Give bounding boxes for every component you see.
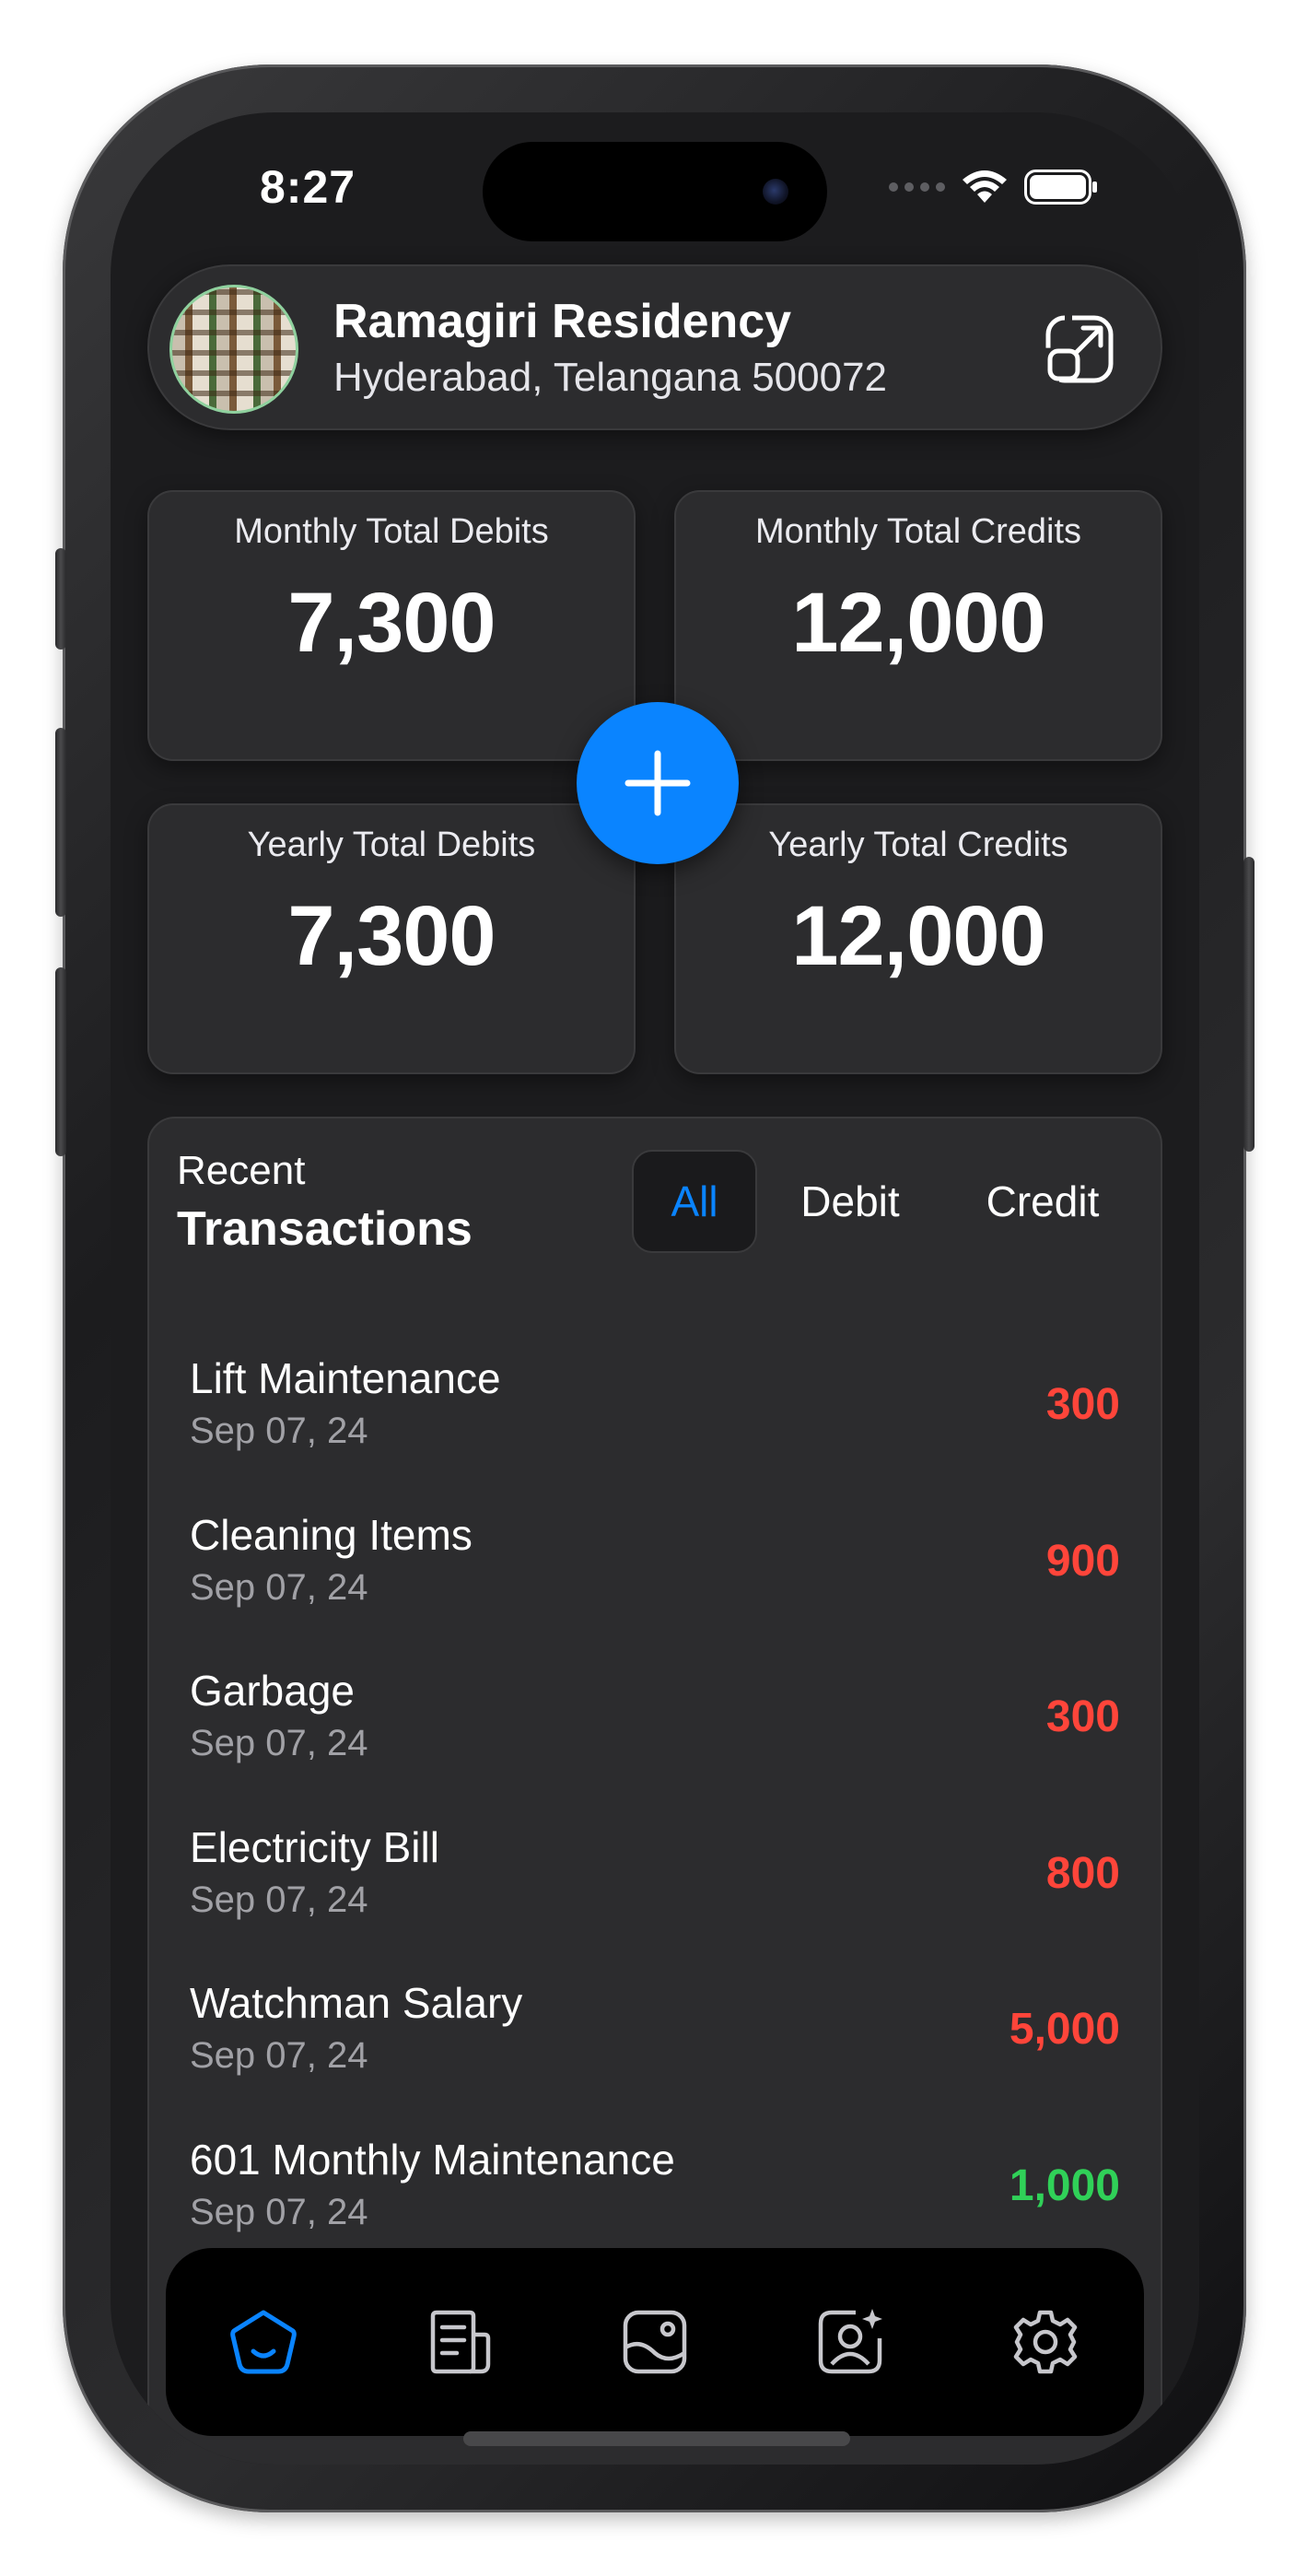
settings-icon xyxy=(1013,2310,1078,2374)
transaction-date: Sep 07, 24 xyxy=(190,2035,368,2076)
transaction-title: 601 Monthly Maintenance xyxy=(190,2136,675,2184)
transaction-title: Watchman Salary xyxy=(190,1979,523,2027)
plus-icon xyxy=(624,750,691,816)
stat-value: 12,000 xyxy=(791,576,1045,670)
camera-icon xyxy=(763,179,788,205)
property-address: Hyderabad, Telangana 500072 xyxy=(333,355,888,400)
action-button xyxy=(55,548,66,650)
filter-tab-all[interactable]: All xyxy=(632,1150,757,1253)
tab-ledger[interactable] xyxy=(413,2296,505,2388)
filter-tab-credit[interactable]: Credit xyxy=(951,1150,1135,1253)
transaction-date: Sep 07, 24 xyxy=(190,1567,368,1608)
transaction-amount: 5,000 xyxy=(1009,2005,1120,2054)
tab-profile[interactable] xyxy=(804,2296,896,2388)
transaction-amount: 300 xyxy=(1045,1692,1120,1741)
wallet-icon xyxy=(623,2310,687,2374)
volume-up-button xyxy=(55,728,66,917)
volume-down-button xyxy=(55,967,66,1156)
transaction-date: Sep 07, 24 xyxy=(190,2192,368,2232)
battery-icon xyxy=(1024,170,1097,205)
ledger-icon xyxy=(430,2310,491,2374)
status-time: 8:27 xyxy=(260,161,356,213)
transaction-amount: 300 xyxy=(1045,1380,1120,1429)
stat-value: 7,300 xyxy=(287,576,496,670)
home-icon xyxy=(230,2310,297,2374)
stat-value: 12,000 xyxy=(791,889,1045,983)
tab-home[interactable] xyxy=(217,2296,309,2388)
transaction-row[interactable]: Watchman Salary Sep 07, 24 5,000 xyxy=(190,1978,1120,2116)
profile-sparkle-icon xyxy=(818,2309,882,2374)
wifi-icon xyxy=(963,170,1007,203)
property-name: Ramagiri Residency xyxy=(333,295,792,348)
power-button xyxy=(1243,857,1254,1152)
open-external-button[interactable] xyxy=(1041,310,1118,388)
transaction-title: Cleaning Items xyxy=(190,1511,473,1559)
yearly-debits-card: Yearly Total Debits 7,300 xyxy=(147,803,636,1074)
transaction-amount: 1,000 xyxy=(1009,2161,1120,2210)
property-avatar xyxy=(169,285,298,414)
cellular-signal-icon xyxy=(889,182,945,192)
transaction-title: Garbage xyxy=(190,1667,356,1715)
property-header-card[interactable]: Ramagiri Residency Hyderabad, Telangana … xyxy=(147,264,1162,430)
home-indicator[interactable] xyxy=(463,2431,850,2446)
transaction-row[interactable]: Lift Maintenance Sep 07, 24 300 xyxy=(190,1353,1120,1492)
transaction-row[interactable]: Electricity Bill Sep 07, 24 800 xyxy=(190,1822,1120,1961)
section-subtitle: Recent xyxy=(177,1148,306,1193)
yearly-credits-card: Yearly Total Credits 12,000 xyxy=(674,803,1162,1074)
bottom-tab-bar xyxy=(166,2248,1144,2436)
transaction-date: Sep 07, 24 xyxy=(190,1723,368,1763)
section-title: Transactions xyxy=(177,1202,473,1256)
dynamic-island xyxy=(483,142,827,241)
add-transaction-button[interactable] xyxy=(577,702,739,864)
transaction-row[interactable]: Cleaning Items Sep 07, 24 900 xyxy=(190,1510,1120,1648)
monthly-credits-card: Monthly Total Credits 12,000 xyxy=(674,490,1162,761)
transaction-row[interactable]: Garbage Sep 07, 24 300 xyxy=(190,1666,1120,1804)
stat-label: Monthly Total Debits xyxy=(234,512,549,551)
status-icons xyxy=(889,170,1098,205)
tab-wallet[interactable] xyxy=(609,2296,701,2388)
stat-label: Yearly Total Debits xyxy=(247,825,536,864)
transaction-title: Electricity Bill xyxy=(190,1823,439,1871)
transaction-date: Sep 07, 24 xyxy=(190,1879,368,1920)
stat-label: Yearly Total Credits xyxy=(768,825,1068,864)
transaction-amount: 900 xyxy=(1045,1537,1120,1586)
filter-tab-debit[interactable]: Debit xyxy=(772,1150,928,1253)
tab-settings[interactable] xyxy=(999,2296,1091,2388)
transaction-amount: 800 xyxy=(1045,1849,1120,1898)
open-external-icon xyxy=(1045,315,1114,383)
monthly-debits-card: Monthly Total Debits 7,300 xyxy=(147,490,636,761)
transaction-date: Sep 07, 24 xyxy=(190,1411,368,1451)
stat-value: 7,300 xyxy=(287,889,496,983)
screen: 8:27 Ramagiri Residency Hyderabad, Telan… xyxy=(111,112,1199,2465)
stat-label: Monthly Total Credits xyxy=(754,512,1082,551)
transaction-title: Lift Maintenance xyxy=(190,1354,501,1402)
